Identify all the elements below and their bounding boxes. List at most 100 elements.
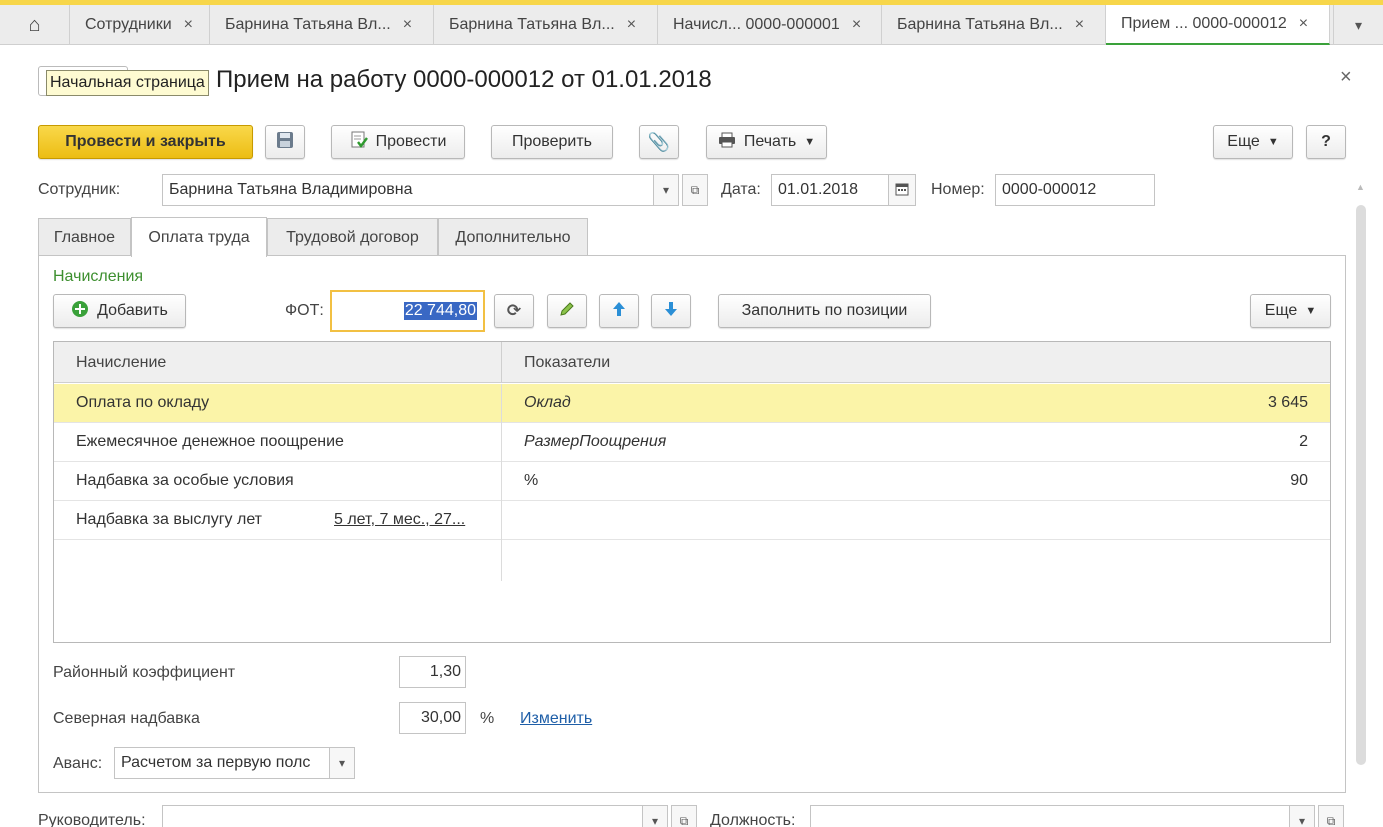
north-bonus-label: Северная надбавка xyxy=(53,710,200,727)
tab-label: Сотрудники xyxy=(85,16,172,33)
home-icon: ⌂ xyxy=(28,13,41,36)
tab-list-dropdown[interactable]: ▾ xyxy=(1333,5,1383,45)
date-field[interactable]: 01.01.2018 xyxy=(771,174,889,206)
window-tab-bar: ⌂ Сотрудники × Барнина Татьяна Вл... × Б… xyxy=(0,5,1383,45)
position-dropdown-button[interactable]: ▾ xyxy=(1289,805,1315,827)
close-icon[interactable]: × xyxy=(1075,16,1084,34)
tab-label: Прием ... 0000-000012 xyxy=(1121,15,1287,32)
employee-field[interactable]: Барнина Татьяна Владимировна xyxy=(162,174,654,206)
change-link[interactable]: Изменить xyxy=(520,710,592,728)
accrual-name: Надбавка за особые условия xyxy=(76,472,294,489)
edit-button[interactable] xyxy=(547,294,587,328)
table-row[interactable]: Оплата по окладу Оклад 3 645 xyxy=(54,384,1330,423)
print-button[interactable]: Печать ▼ xyxy=(706,125,827,159)
tab-payment[interactable]: Оплата труда xyxy=(131,217,267,257)
accrual-name: Ежемесячное денежное поощрение xyxy=(76,433,344,450)
caret-down-icon: ▾ xyxy=(651,814,659,827)
accrual-name: Оплата по окладу xyxy=(76,394,210,411)
open-icon: ⧉ xyxy=(1326,813,1336,827)
tab-employees[interactable]: Сотрудники × xyxy=(70,5,210,45)
table-row[interactable]: Надбавка за выслугу лет 5 лет, 7 мес., 2… xyxy=(54,501,1330,540)
check-button[interactable]: Проверить xyxy=(491,125,613,159)
position-label: Должность: xyxy=(710,812,796,827)
position-open-button[interactable]: ⧉ xyxy=(1318,805,1344,827)
close-icon[interactable]: × xyxy=(403,16,412,34)
refresh-button[interactable]: ⟳ xyxy=(494,294,534,328)
pencil-icon xyxy=(559,301,575,322)
tab-label: Барнина Татьяна Вл... xyxy=(225,16,391,33)
tab-label: Начисл... 0000-000001 xyxy=(673,16,840,33)
advance-select[interactable]: Расчетом за первую полс xyxy=(114,747,330,779)
employee-dropdown-button[interactable]: ▾ xyxy=(653,174,679,206)
attach-button[interactable]: 📎 xyxy=(639,125,679,159)
tab-employee-2[interactable]: Барнина Татьяна Вл... × xyxy=(434,5,658,45)
table-row[interactable]: Ежемесячное денежное поощрение РазмерПоо… xyxy=(54,423,1330,462)
button-label: Провести и закрыть xyxy=(65,133,226,150)
tab-additional[interactable]: Дополнительно xyxy=(438,218,588,256)
tab-employee-3[interactable]: Барнина Татьяна Вл... × xyxy=(882,5,1106,45)
open-icon: ⧉ xyxy=(690,182,700,197)
tab-contract[interactable]: Трудовой договор xyxy=(267,218,438,256)
post-and-close-button[interactable]: Провести и закрыть xyxy=(38,125,253,159)
home-button[interactable]: ⌂ xyxy=(0,5,70,45)
close-icon[interactable]: × xyxy=(852,16,861,34)
accruals-table[interactable]: Начисление Показатели Оплата по окладу О… xyxy=(53,341,1331,643)
manager-dropdown-button[interactable]: ▾ xyxy=(642,805,668,827)
date-label: Дата: xyxy=(721,181,761,198)
number-field[interactable]: 0000-000012 xyxy=(995,174,1155,206)
button-label: Еще xyxy=(1264,302,1298,319)
form-close-icon[interactable]: × xyxy=(1340,66,1352,89)
position-field[interactable] xyxy=(810,805,1290,827)
accruals-more-button[interactable]: Еще ▼ xyxy=(1250,294,1331,328)
column-header-accrual[interactable]: Начисление xyxy=(76,342,166,383)
tab-main[interactable]: Главное xyxy=(38,218,131,256)
indicator-value: 3 645 xyxy=(1267,394,1308,411)
caret-down-icon: ▼ xyxy=(1305,305,1317,317)
tooltip: Начальная страница xyxy=(46,70,209,96)
help-icon: ? xyxy=(1321,133,1331,150)
vertical-scrollbar[interactable] xyxy=(1356,205,1366,765)
advance-dropdown-button[interactable]: ▾ xyxy=(329,747,355,779)
close-icon[interactable]: × xyxy=(1299,15,1308,33)
employee-open-button[interactable]: ⧉ xyxy=(682,174,708,206)
post-button[interactable]: Провести xyxy=(331,125,465,159)
button-label: Добавить xyxy=(97,302,168,319)
fot-label: ФОТ: xyxy=(285,302,324,319)
manager-open-button[interactable]: ⧉ xyxy=(671,805,697,827)
indicator-name: РазмерПоощрения xyxy=(524,433,667,450)
calendar-icon xyxy=(895,182,909,199)
open-icon: ⧉ xyxy=(679,813,689,827)
seniority-link[interactable]: 5 лет, 7 мес., 27... xyxy=(334,501,465,539)
table-row[interactable]: Надбавка за особые условия % 90 xyxy=(54,462,1330,501)
district-coef-field[interactable]: 1,30 xyxy=(399,656,466,688)
button-label: Провести xyxy=(375,133,447,150)
north-bonus-field[interactable]: 30,00 xyxy=(399,702,466,734)
scroll-up-icon[interactable]: ▲ xyxy=(1356,182,1365,192)
close-icon[interactable]: × xyxy=(627,16,636,34)
table-header: Начисление Показатели xyxy=(54,342,1330,383)
save-button[interactable] xyxy=(265,125,305,159)
move-down-button[interactable] xyxy=(651,294,691,328)
tab-employee-1[interactable]: Барнина Татьяна Вл... × xyxy=(210,5,434,45)
move-up-button[interactable] xyxy=(599,294,639,328)
tab-accrual[interactable]: Начисл... 0000-000001 × xyxy=(658,5,882,45)
add-accrual-button[interactable]: Добавить xyxy=(53,294,186,328)
tab-hiring[interactable]: Прием ... 0000-000012 × xyxy=(1106,5,1330,45)
paperclip-icon: 📎 xyxy=(647,131,671,152)
caret-down-icon: ▼ xyxy=(804,136,816,148)
help-button[interactable]: ? xyxy=(1306,125,1346,159)
calendar-button[interactable] xyxy=(888,174,916,206)
post-icon xyxy=(350,131,368,154)
fot-field[interactable]: 22 744,80 xyxy=(330,290,485,332)
indicator-value: 90 xyxy=(1290,472,1308,489)
close-icon[interactable]: × xyxy=(184,16,193,34)
number-label: Номер: xyxy=(931,181,985,198)
manager-label: Руководитель: xyxy=(38,812,146,827)
caret-down-icon: ▾ xyxy=(1298,814,1306,827)
fill-by-position-button[interactable]: Заполнить по позиции xyxy=(718,294,931,328)
indicator-name: Оклад xyxy=(524,394,571,411)
caret-down-icon: ▼ xyxy=(1267,136,1279,148)
manager-field[interactable] xyxy=(162,805,643,827)
more-button[interactable]: Еще ▼ xyxy=(1213,125,1293,159)
column-header-indicators[interactable]: Показатели xyxy=(524,342,610,383)
